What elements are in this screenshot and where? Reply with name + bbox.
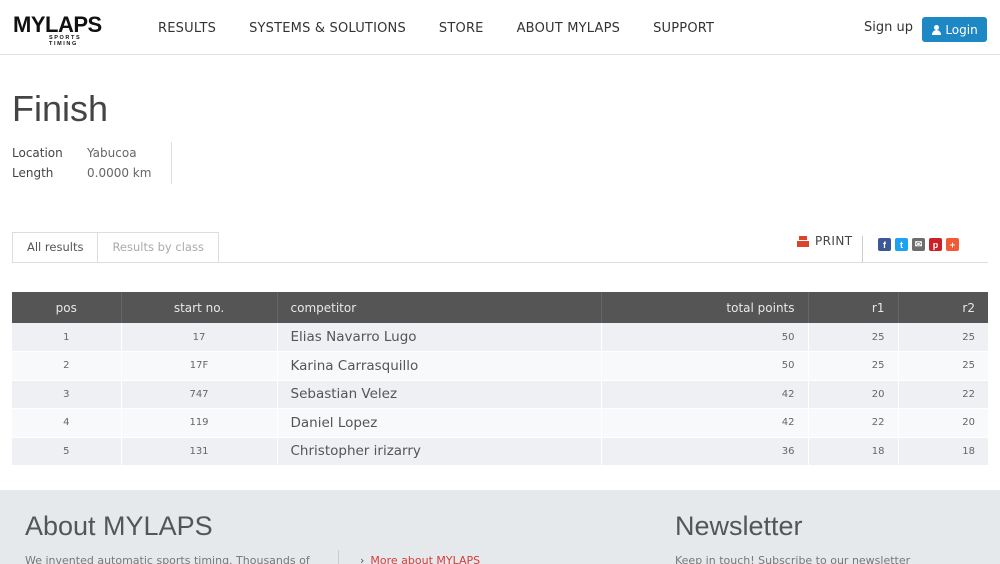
mylaps-logo[interactable]: MYLAPS SPORTS TIMING <box>13 12 113 48</box>
user-icon <box>931 24 941 35</box>
table-header-row: pos start no. competitor total points r1… <box>12 292 988 323</box>
cell-competitor[interactable]: Sebastian Velez <box>277 380 602 409</box>
cell-pos: 2 <box>12 351 122 381</box>
cell-start-no: 131 <box>121 437 278 466</box>
twitter-icon[interactable]: t <box>895 238 908 251</box>
cell-r2: 25 <box>898 323 988 352</box>
tab-results-by-class[interactable]: Results by class <box>97 232 219 263</box>
newsletter-text: Keep in touch! Subscribe to our newslett… <box>675 554 911 564</box>
cell-start-no: 17F <box>121 351 278 381</box>
page-title: Finish <box>12 88 109 129</box>
about-title: About MYLAPS <box>25 511 213 541</box>
cell-r1: 25 <box>808 323 899 352</box>
share-bar: f t ✉ p + <box>878 238 963 251</box>
facebook-icon[interactable]: f <box>878 238 891 251</box>
cell-start-no: 119 <box>121 408 278 438</box>
cell-start-no: 747 <box>121 380 278 409</box>
site-header: MYLAPS SPORTS TIMING RESULTS SYSTEMS & S… <box>0 0 1000 55</box>
length-label: Length <box>12 166 54 180</box>
cell-total-points: 42 <box>601 380 809 409</box>
signup-link[interactable]: Sign up <box>864 20 913 35</box>
cell-pos: 3 <box>12 380 122 409</box>
cell-r2: 22 <box>898 380 988 409</box>
site-footer: About MYLAPS We invented automatic sport… <box>0 490 1000 564</box>
col-pos[interactable]: pos <box>12 292 122 323</box>
cell-pos: 5 <box>12 437 122 466</box>
cell-competitor[interactable]: Christopher irizarry <box>277 437 602 466</box>
email-icon[interactable]: ✉ <box>912 238 925 251</box>
cell-total-points: 50 <box>601 323 809 352</box>
col-r1[interactable]: r1 <box>808 292 899 323</box>
cell-competitor[interactable]: Karina Carrasquillo <box>277 351 602 381</box>
col-r2[interactable]: r2 <box>898 292 988 323</box>
table-row: 5 131 Christopher irizarry 36 18 18 <box>12 437 988 466</box>
cell-r1: 18 <box>808 437 899 466</box>
nav-systems-solutions[interactable]: SYSTEMS & SOLUTIONS <box>249 0 406 55</box>
cell-r1: 20 <box>808 380 899 409</box>
cell-r2: 20 <box>898 408 988 438</box>
printer-icon <box>797 235 809 247</box>
nav-store[interactable]: STORE <box>439 0 484 55</box>
more-about-link[interactable]: › More about MYLAPS <box>360 554 480 564</box>
tab-all-results[interactable]: All results <box>12 232 99 263</box>
cell-r1: 22 <box>808 408 899 438</box>
cell-competitor[interactable]: Elias Navarro Lugo <box>277 323 602 352</box>
cell-r1: 25 <box>808 351 899 381</box>
newsletter-title: Newsletter <box>675 511 803 541</box>
info-divider <box>171 142 172 184</box>
pinterest-icon[interactable]: p <box>929 238 942 251</box>
more-share-icon[interactable]: + <box>946 238 959 251</box>
nav-about-mylaps[interactable]: ABOUT MYLAPS <box>517 0 621 55</box>
table-row: 1 17 Elias Navarro Lugo 50 25 25 <box>12 323 988 352</box>
cell-pos: 1 <box>12 323 122 352</box>
login-button[interactable]: Login <box>922 17 987 42</box>
share-divider <box>862 236 863 262</box>
tabs-divider <box>12 262 988 263</box>
print-label: PRINT <box>815 234 853 248</box>
nav-support[interactable]: SUPPORT <box>653 0 714 55</box>
more-about-label: More about MYLAPS <box>370 554 481 564</box>
col-competitor[interactable]: competitor <box>277 292 602 323</box>
about-text: We invented automatic sports timing. Tho… <box>25 554 310 564</box>
footer-divider <box>338 550 339 564</box>
cell-pos: 4 <box>12 408 122 438</box>
length-value: 0.0000 km <box>87 166 152 180</box>
table-row: 4 119 Daniel Lopez 42 22 20 <box>12 408 988 438</box>
cell-total-points: 36 <box>601 437 809 466</box>
results-table: pos start no. competitor total points r1… <box>12 292 988 466</box>
location-value: Yabucoa <box>87 146 137 160</box>
results-tabs: All results Results by class <box>12 232 219 263</box>
cell-r2: 25 <box>898 351 988 381</box>
track-info: Location Yabucoa Length 0.0000 km <box>12 143 151 183</box>
login-label: Login <box>945 22 978 37</box>
table-row: 2 17F Karina Carrasquillo 50 25 25 <box>12 351 988 381</box>
logo-tagline: SPORTS TIMING <box>49 35 82 47</box>
cell-r2: 18 <box>898 437 988 466</box>
col-start-no[interactable]: start no. <box>121 292 278 323</box>
main-nav: RESULTS SYSTEMS & SOLUTIONS STORE ABOUT … <box>158 0 747 55</box>
logo-text: MYLAPS <box>13 12 102 37</box>
location-label: Location <box>12 146 63 160</box>
print-button[interactable]: PRINT <box>797 234 852 248</box>
chevron-right-icon: › <box>360 554 365 564</box>
table-row: 3 747 Sebastian Velez 42 20 22 <box>12 380 988 409</box>
cell-competitor[interactable]: Daniel Lopez <box>277 408 602 438</box>
cell-total-points: 42 <box>601 408 809 438</box>
col-total-points[interactable]: total points <box>601 292 809 323</box>
cell-start-no: 17 <box>121 323 278 352</box>
nav-results[interactable]: RESULTS <box>158 0 216 55</box>
cell-total-points: 50 <box>601 351 809 381</box>
